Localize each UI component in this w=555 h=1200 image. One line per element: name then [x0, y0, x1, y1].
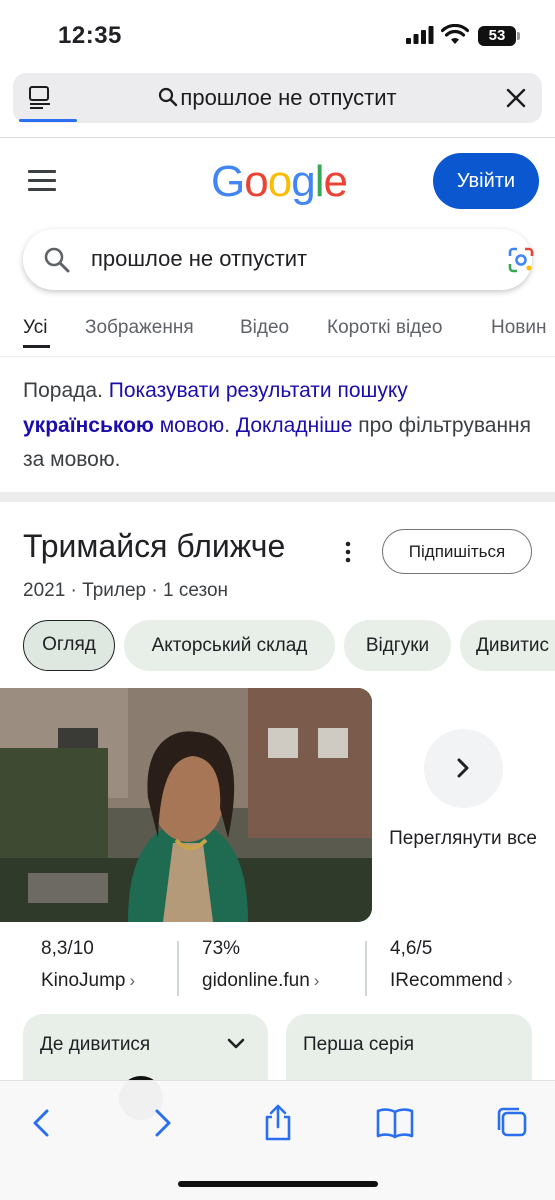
panel-chips: Огляд Акторський склад Відгуки Дивитис	[0, 620, 555, 672]
home-indicator	[178, 1181, 378, 1187]
chip-cast[interactable]: Акторський склад	[124, 620, 335, 671]
tip-link-text: Показувати результати пошуку	[108, 379, 408, 402]
next-button[interactable]	[424, 729, 503, 808]
chip-watch[interactable]: Дивитис	[460, 620, 555, 671]
active-tab-underline	[23, 345, 50, 348]
chevron-down-icon[interactable]	[226, 1037, 246, 1051]
learn-more-link[interactable]: Докладніше	[236, 414, 353, 437]
title-meta: 2021 · Трилер · 1 сезон	[23, 580, 229, 601]
chevron-right-icon: ›	[313, 971, 320, 990]
section-separator	[0, 492, 555, 502]
tab-all[interactable]: Усі	[23, 317, 48, 339]
cellular-signal-icon	[406, 26, 434, 44]
rating-source-name: IRecommend	[390, 970, 503, 991]
tip-middle: .	[224, 413, 236, 437]
sign-in-button[interactable]: Увійти	[433, 153, 539, 209]
rating-irecommend[interactable]: 4,6/5 IRecommend ›	[390, 938, 513, 992]
rating-source: gidonline.fun ›	[202, 970, 319, 992]
card-label: Де дивитися	[40, 1034, 151, 1055]
tab-videos[interactable]: Відео	[240, 317, 289, 339]
page-title: Тримайся ближче	[23, 528, 286, 564]
divider	[365, 941, 367, 996]
chevron-right-icon: ›	[507, 971, 513, 990]
tip-prefix: Порада.	[23, 379, 109, 402]
rating-score: 8,3/10	[41, 938, 94, 959]
logo-letter: o	[244, 157, 269, 206]
tab-images[interactable]: Зображення	[85, 317, 194, 339]
chip-overview[interactable]: Огляд	[23, 620, 115, 671]
chevron-right-icon: ›	[129, 971, 136, 990]
tabs-icon[interactable]	[490, 1103, 534, 1143]
chevron-right-icon	[457, 758, 469, 778]
tip-link-end: мовою	[153, 413, 225, 437]
view-all-link[interactable]: Переглянути все	[380, 824, 546, 853]
more-options-icon[interactable]	[341, 540, 355, 564]
rating-source-name: KinoJump	[41, 970, 126, 991]
forward-icon[interactable]	[140, 1103, 184, 1143]
bookmarks-icon[interactable]	[373, 1103, 417, 1143]
battery-tip	[517, 32, 520, 40]
search-icon	[44, 247, 70, 273]
back-icon[interactable]	[20, 1103, 64, 1143]
rating-source: IRecommend ›	[390, 970, 513, 992]
logo-letter: o	[267, 157, 293, 206]
card-label: Перша серія	[303, 1034, 415, 1055]
address-query-text: прошлое не отпустит	[180, 85, 397, 110]
rating-kinojump[interactable]: 8,3/10 KinoJump ›	[41, 938, 135, 992]
divider	[0, 356, 555, 357]
show-thumbnail[interactable]	[0, 688, 372, 922]
status-time: 12:35	[58, 22, 122, 49]
search-input[interactable]: прошлое не отпустит	[23, 229, 535, 290]
google-logo[interactable]: Google	[211, 157, 348, 207]
tab-short-videos[interactable]: Короткі відео	[327, 317, 442, 339]
divider	[177, 941, 179, 996]
wifi-icon	[441, 24, 469, 44]
rating-source-name: gidonline.fun	[202, 970, 310, 991]
tab-news[interactable]: Новин	[491, 317, 547, 339]
chip-reviews[interactable]: Відгуки	[344, 620, 451, 671]
address-bar[interactable]: прошлое не отпустит	[13, 73, 542, 123]
language-tip: Порада. Показувати результати пошуку укр…	[23, 374, 533, 478]
search-input-value: прошлое не отпустит	[91, 246, 308, 271]
logo-letter: g	[291, 157, 316, 206]
hamburger-menu-icon[interactable]	[28, 168, 58, 192]
divider	[0, 137, 555, 138]
logo-letter: e	[323, 157, 348, 206]
tip-link-bold: українською	[23, 413, 154, 437]
search-icon	[159, 87, 178, 107]
share-icon[interactable]	[256, 1103, 300, 1143]
rating-score: 73%	[202, 938, 241, 959]
status-bar: 12:35 53	[0, 0, 555, 72]
subscribe-button[interactable]: Підпишіться	[382, 529, 532, 574]
google-lens-icon[interactable]	[507, 246, 535, 274]
close-icon[interactable]	[504, 86, 528, 110]
logo-letter: G	[211, 157, 245, 206]
progress-indicator	[19, 119, 77, 122]
rating-source: KinoJump ›	[41, 970, 135, 992]
address-query[interactable]: прошлое не отпустит	[13, 85, 542, 111]
search-tabs: Усі Зображення Відео Короткі відео Новин	[0, 312, 555, 352]
rating-score: 4,6/5	[390, 938, 433, 959]
rating-gidonline[interactable]: 73% gidonline.fun ›	[202, 938, 319, 992]
battery-icon: 53	[478, 26, 516, 46]
